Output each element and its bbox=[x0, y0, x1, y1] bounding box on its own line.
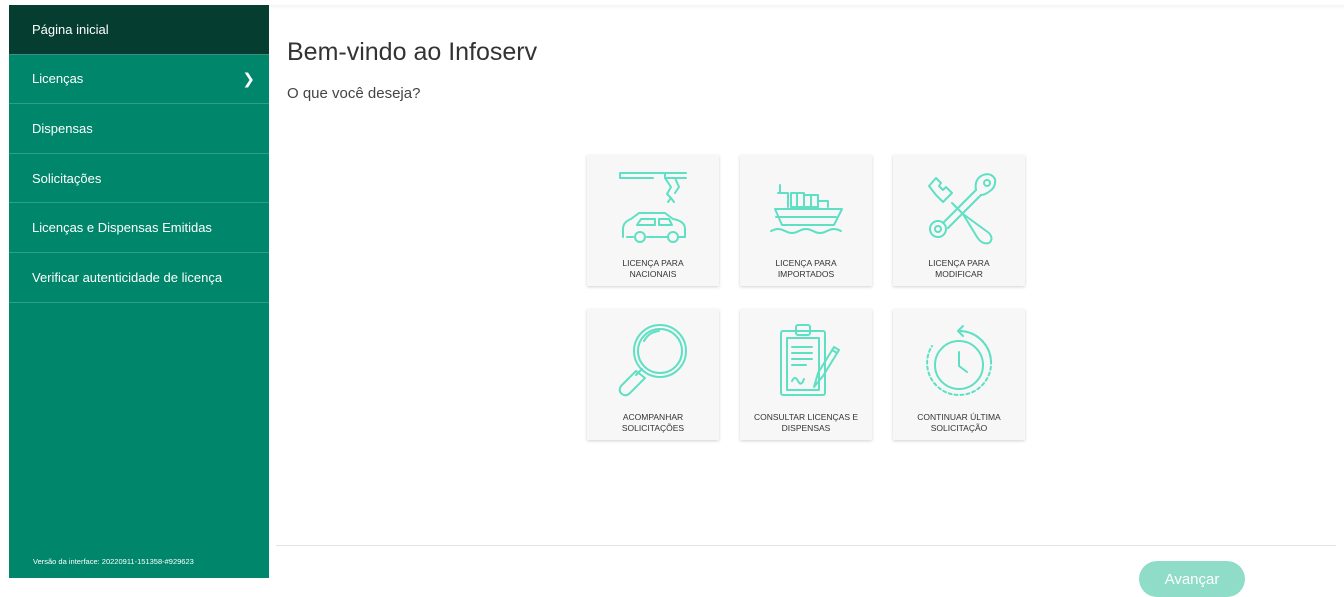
card-continue-last-request[interactable]: CONTINUAR ÚLTIMA SOLICITAÇÃO bbox=[893, 309, 1025, 440]
magnifier-icon bbox=[618, 324, 687, 397]
sidebar-item-home[interactable]: Página inicial bbox=[9, 5, 269, 55]
next-button[interactable]: Avançar bbox=[1139, 561, 1245, 597]
sidebar-item-label: Licenças bbox=[32, 71, 84, 87]
clock-history-icon bbox=[926, 325, 993, 396]
card-label: LICENÇA PARA MODIFICAR bbox=[928, 258, 990, 279]
divider bbox=[276, 545, 1336, 546]
page-title: Bem-vindo ao Infoserv bbox=[287, 38, 538, 66]
sidebar-item-label: Dispensas bbox=[32, 120, 93, 136]
sidebar-item-label: Página inicial bbox=[32, 21, 109, 37]
card-label: CONTINUAR ÚLTIMA SOLICITAÇÃO bbox=[917, 412, 1001, 433]
page-subtitle: O que você deseja? bbox=[287, 85, 421, 102]
card-track-requests[interactable]: ACOMPANHAR SOLICITAÇÕES bbox=[587, 309, 719, 440]
card-consult-licenses[interactable]: CONSULTAR LICENÇAS E DISPENSAS bbox=[740, 309, 872, 440]
cargo-ship-icon bbox=[770, 184, 843, 234]
card-license-national[interactable]: LICENÇA PARA NACIONAIS bbox=[587, 155, 719, 286]
sidebar-item-exemptions[interactable]: Dispensas bbox=[9, 104, 269, 154]
card-label: ACOMPANHAR SOLICITAÇÕES bbox=[621, 412, 685, 433]
clipboard-icon bbox=[780, 324, 840, 396]
card-label: CONSULTAR LICENÇAS E DISPENSAS bbox=[753, 412, 859, 433]
car-assembly-icon bbox=[619, 172, 687, 243]
card-label: LICENÇA PARA NACIONAIS bbox=[622, 258, 684, 279]
wrench-tools-icon bbox=[928, 173, 997, 245]
sidebar-item-label: Verificar autenticidade de licença bbox=[32, 269, 223, 285]
card-license-modify[interactable]: LICENÇA PARA MODIFICAR bbox=[893, 155, 1025, 286]
chevron-right-icon: ❯ bbox=[242, 70, 255, 88]
sidebar-item-licenses[interactable]: Licenças ❯ bbox=[9, 55, 269, 105]
card-label: LICENÇA PARA IMPORTADOS bbox=[775, 258, 837, 279]
card-license-imported[interactable]: LICENÇA PARA IMPORTADOS bbox=[740, 155, 872, 286]
top-shadow-line bbox=[269, 5, 1344, 9]
sidebar-item-label: Solicitações bbox=[32, 170, 102, 186]
sidebar-item-label: Licenças e Dispensas Emitidas bbox=[32, 220, 212, 236]
sidebar-item-requests[interactable]: Solicitações bbox=[9, 154, 269, 204]
sidebar: Página inicial Licenças ❯ Dispensas Soli… bbox=[9, 5, 269, 578]
interface-version: Versão da interface: 20220911-151358-#92… bbox=[33, 557, 194, 566]
sidebar-item-issued[interactable]: Licenças e Dispensas Emitidas bbox=[9, 203, 269, 253]
sidebar-item-verify-license[interactable]: Verificar autenticidade de licença bbox=[9, 253, 269, 303]
